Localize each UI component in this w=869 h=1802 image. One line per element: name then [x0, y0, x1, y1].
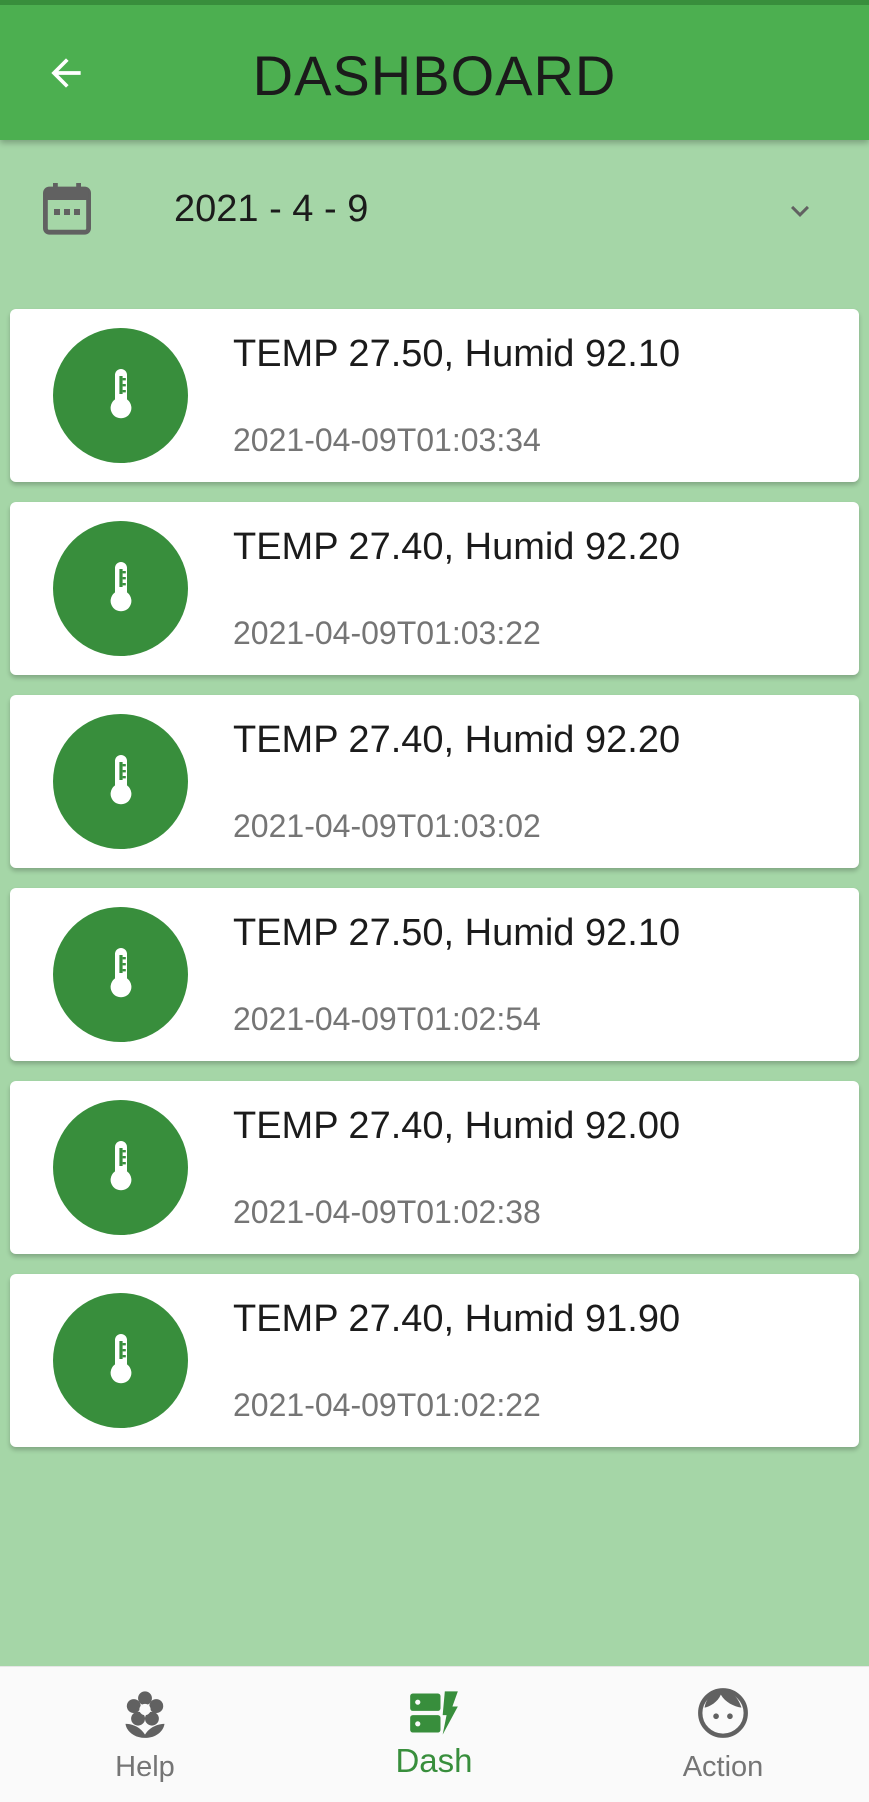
- avatar: [53, 1293, 188, 1428]
- reading-title: TEMP 27.40, Humid 92.00: [233, 1105, 681, 1147]
- dashboard-icon: [410, 1691, 458, 1735]
- reading-title: TEMP 27.40, Humid 91.90: [233, 1298, 681, 1340]
- calendar-icon: [43, 183, 91, 235]
- avatar: [53, 521, 188, 656]
- nav-label: Help: [115, 1751, 175, 1783]
- chevron-down-icon[interactable]: [780, 193, 820, 229]
- avatar: [53, 328, 188, 463]
- thermometer-icon: [110, 368, 131, 418]
- face-icon: [698, 1688, 748, 1738]
- thermometer-icon: [110, 754, 131, 804]
- app-bar: DASHBOARD: [0, 0, 869, 140]
- reading-timestamp: 2021-04-09T01:02:38: [233, 1194, 541, 1230]
- thermometer-icon: [110, 1140, 131, 1190]
- reading-title: TEMP 27.50, Humid 92.10: [233, 333, 681, 375]
- readings-list: TEMP 27.50, Humid 92.10 2021-04-09T01:03…: [10, 309, 859, 1467]
- nav-label: Action: [682, 1751, 764, 1783]
- list-item[interactable]: TEMP 27.40, Humid 92.20 2021-04-09T01:03…: [10, 695, 859, 868]
- list-item[interactable]: TEMP 27.40, Humid 92.20 2021-04-09T01:03…: [10, 502, 859, 675]
- reading-title: TEMP 27.50, Humid 92.10: [233, 912, 681, 954]
- nav-label: Dash: [395, 1742, 473, 1779]
- flower-icon: [125, 1691, 165, 1738]
- list-item[interactable]: TEMP 27.40, Humid 91.90 2021-04-09T01:02…: [10, 1274, 859, 1447]
- list-item[interactable]: TEMP 27.50, Humid 92.10 2021-04-09T01:02…: [10, 888, 859, 1061]
- avatar: [53, 1100, 188, 1235]
- nav-item-help[interactable]: Help: [45, 1667, 245, 1802]
- page-title: DASHBOARD: [252, 44, 617, 107]
- selected-date: 2021 - 4 - 9: [174, 188, 369, 230]
- thermometer-icon: [110, 561, 131, 611]
- reading-title: TEMP 27.40, Humid 92.20: [233, 719, 681, 761]
- avatar: [53, 907, 188, 1042]
- reading-timestamp: 2021-04-09T01:03:02: [233, 808, 541, 844]
- avatar: [53, 714, 188, 849]
- nav-item-dash[interactable]: Dash: [334, 1667, 534, 1802]
- bottom-navigation: Help Dash Action: [0, 1666, 869, 1802]
- reading-timestamp: 2021-04-09T01:02:22: [233, 1387, 541, 1423]
- list-item[interactable]: TEMP 27.50, Humid 92.10 2021-04-09T01:03…: [10, 309, 859, 482]
- reading-title: TEMP 27.40, Humid 92.20: [233, 526, 681, 568]
- reading-timestamp: 2021-04-09T01:03:22: [233, 615, 541, 651]
- nav-item-action[interactable]: Action: [623, 1667, 823, 1802]
- thermometer-icon: [110, 1333, 131, 1383]
- date-picker[interactable]: 2021 - 4 - 9: [0, 165, 869, 255]
- thermometer-icon: [110, 947, 131, 997]
- list-item[interactable]: TEMP 27.40, Humid 92.00 2021-04-09T01:02…: [10, 1081, 859, 1254]
- reading-timestamp: 2021-04-09T01:03:34: [233, 422, 541, 458]
- reading-timestamp: 2021-04-09T01:02:54: [233, 1001, 541, 1037]
